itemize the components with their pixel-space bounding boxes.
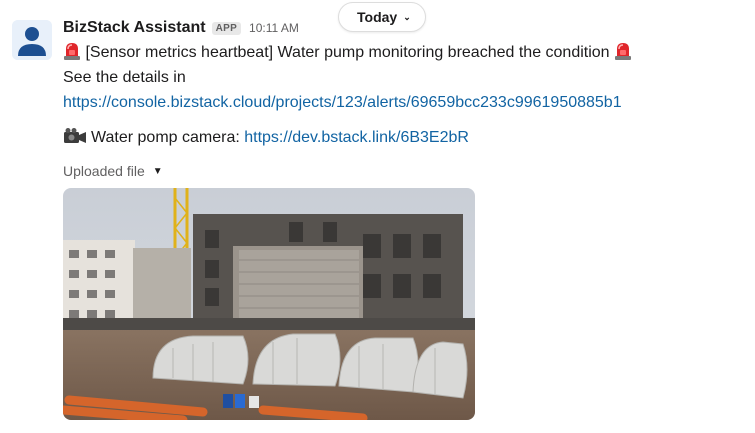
- message: BizStack Assistant APP 10:11 AM [Sensor …: [63, 16, 743, 420]
- camera-label: Water pomp camera:: [91, 129, 245, 146]
- app-badge: APP: [211, 21, 242, 35]
- rotating-light-icon: [614, 41, 632, 61]
- camera-link[interactable]: https://dev.bstack.link/6B3E2bR: [244, 129, 469, 146]
- caret-down-icon: ▼: [152, 165, 163, 177]
- avatar[interactable]: [12, 20, 52, 60]
- uploaded-image[interactable]: [63, 188, 475, 420]
- message-header: BizStack Assistant APP 10:11 AM: [63, 16, 743, 40]
- uploaded-file-toggle[interactable]: Uploaded file ▼: [63, 163, 743, 179]
- video-camera-icon: [63, 127, 87, 145]
- uploaded-file-label: Uploaded file: [63, 163, 145, 179]
- alert-text: [Sensor metrics heartbeat] Water pump mo…: [85, 44, 610, 61]
- alert-line: [Sensor metrics heartbeat] Water pump mo…: [63, 40, 743, 65]
- timestamp[interactable]: 10:11 AM: [249, 21, 299, 35]
- details-link[interactable]: https://console.bizstack.cloud/projects/…: [63, 94, 622, 111]
- user-avatar-icon: [12, 20, 52, 60]
- details-prefix: See the details in: [63, 69, 186, 86]
- sender-name[interactable]: BizStack Assistant: [63, 19, 206, 37]
- rotating-light-icon: [63, 41, 81, 61]
- construction-site-photo: [63, 188, 475, 420]
- camera-line: Water pomp camera: https://dev.bstack.li…: [63, 125, 743, 150]
